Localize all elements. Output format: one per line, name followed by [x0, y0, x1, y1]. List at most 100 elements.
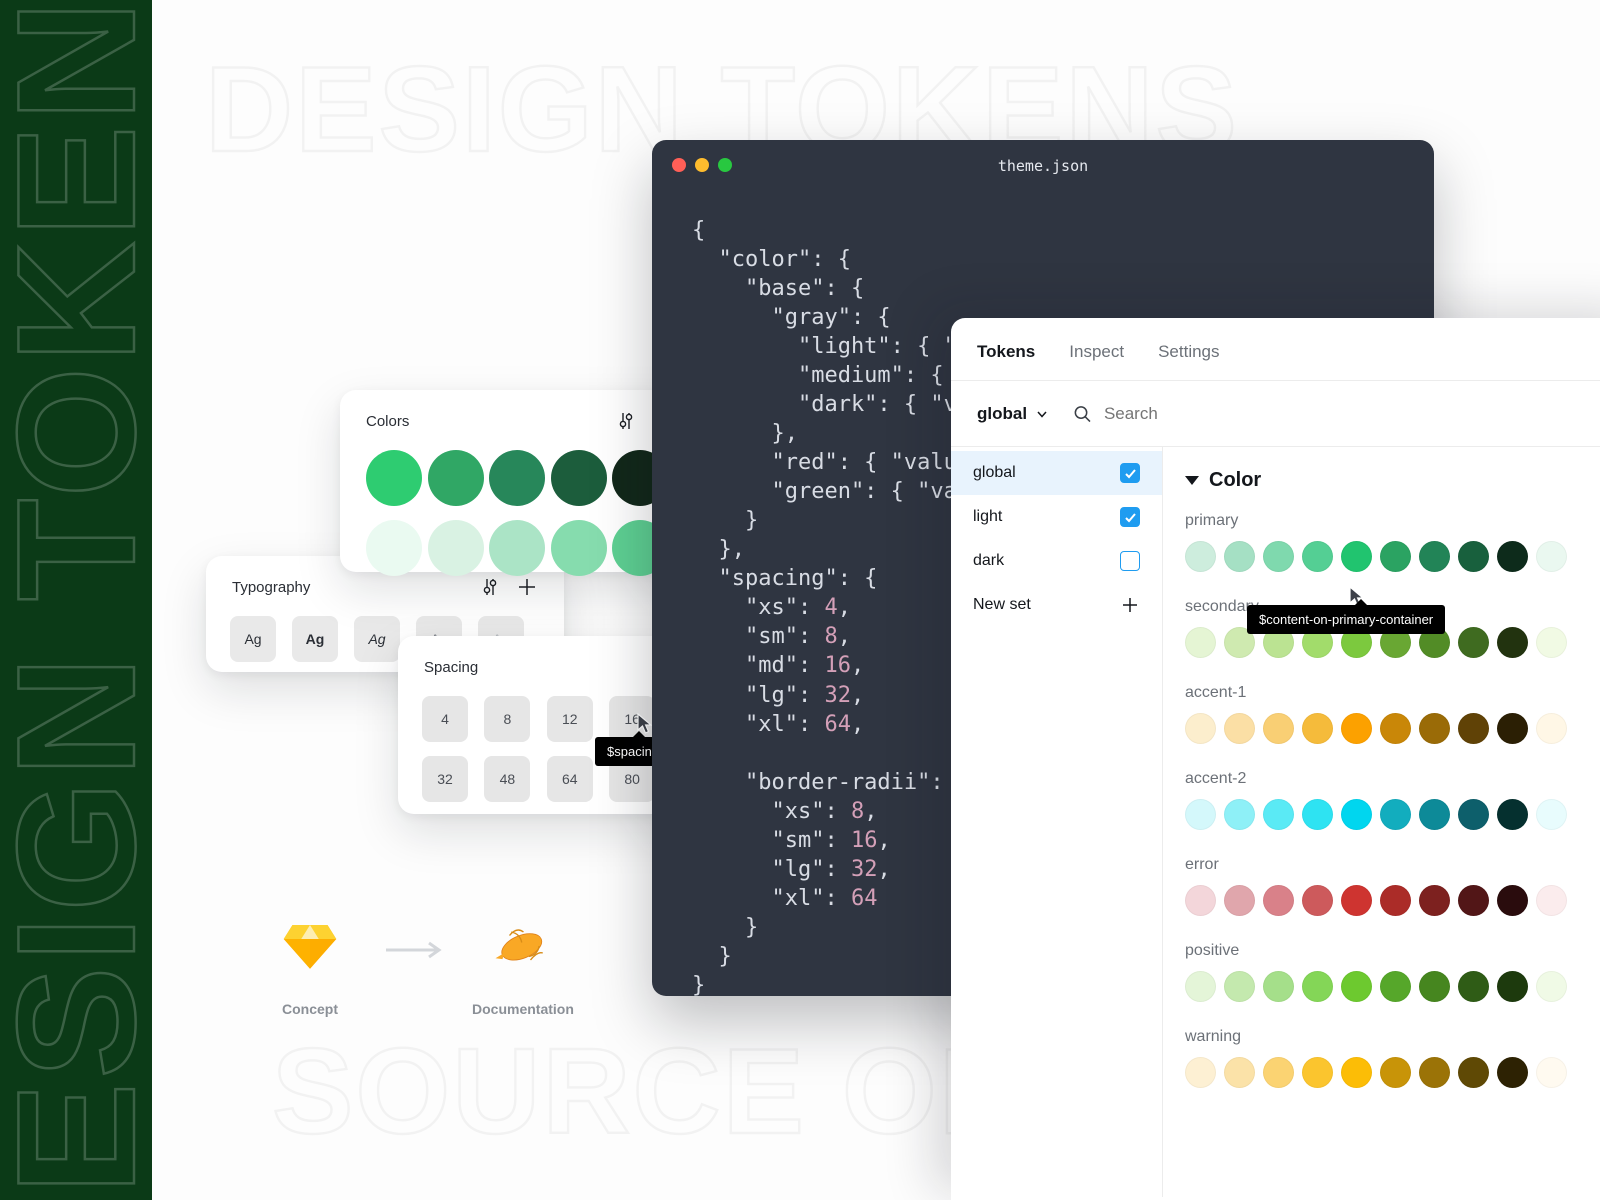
token-color-chip[interactable] — [1536, 971, 1567, 1002]
token-color-chip[interactable] — [1185, 627, 1216, 658]
token-color-chip[interactable] — [1263, 971, 1294, 1002]
token-color-chip[interactable] — [1497, 1057, 1528, 1088]
token-color-chip[interactable] — [1341, 1057, 1372, 1088]
color-swatch[interactable] — [489, 520, 546, 576]
token-color-chip[interactable] — [1224, 799, 1255, 830]
token-color-chip[interactable] — [1458, 1057, 1489, 1088]
token-color-chip[interactable] — [1380, 971, 1411, 1002]
token-color-chip[interactable] — [1458, 713, 1489, 744]
token-color-chip[interactable] — [1341, 971, 1372, 1002]
token-color-chip[interactable] — [1536, 799, 1567, 830]
token-color-chip[interactable] — [1497, 713, 1528, 744]
token-set-dark[interactable]: dark — [951, 539, 1162, 583]
token-color-chip[interactable] — [1536, 541, 1567, 572]
token-color-chip[interactable] — [1497, 971, 1528, 1002]
token-color-chip[interactable] — [1224, 885, 1255, 916]
token-color-chip[interactable] — [1341, 799, 1372, 830]
token-color-chip[interactable] — [1341, 541, 1372, 572]
token-color-chip[interactable] — [1536, 885, 1567, 916]
token-color-chip[interactable] — [1380, 799, 1411, 830]
color-swatch[interactable] — [427, 520, 484, 576]
tab-tokens[interactable]: Tokens — [977, 342, 1035, 380]
token-color-chip[interactable] — [1536, 1057, 1567, 1088]
flow-item-concept[interactable]: Concept — [262, 918, 358, 1017]
token-set-selector[interactable]: global — [977, 404, 1049, 424]
token-color-chip[interactable] — [1263, 713, 1294, 744]
token-color-chip[interactable] — [1380, 713, 1411, 744]
token-color-chip[interactable] — [1458, 799, 1489, 830]
checkbox-global[interactable] — [1120, 463, 1140, 483]
token-color-chip[interactable] — [1185, 1057, 1216, 1088]
color-group-header[interactable]: Color — [1185, 469, 1600, 492]
caret-down-icon[interactable] — [1185, 476, 1199, 485]
token-color-chip[interactable] — [1536, 627, 1567, 658]
token-color-chip[interactable] — [1185, 541, 1216, 572]
sliders-icon[interactable] — [616, 411, 636, 431]
spacing-chip[interactable]: 48 — [484, 756, 531, 802]
token-color-chip[interactable] — [1497, 885, 1528, 916]
token-color-chip[interactable] — [1419, 885, 1450, 916]
token-color-chip[interactable] — [1263, 799, 1294, 830]
token-color-chip[interactable] — [1497, 799, 1528, 830]
color-swatch[interactable] — [366, 450, 422, 506]
typography-chip[interactable]: Ag — [354, 616, 400, 662]
token-color-chip[interactable] — [1419, 713, 1450, 744]
token-color-chip[interactable] — [1224, 1057, 1255, 1088]
tab-inspect[interactable]: Inspect — [1069, 342, 1124, 380]
token-color-chip[interactable] — [1185, 799, 1216, 830]
token-color-chip[interactable] — [1536, 713, 1567, 744]
plus-icon[interactable] — [1120, 595, 1140, 615]
token-color-chip[interactable] — [1302, 713, 1333, 744]
token-color-chip[interactable] — [1497, 627, 1528, 658]
token-color-chip[interactable] — [1263, 541, 1294, 572]
token-color-chip[interactable] — [1419, 799, 1450, 830]
token-color-chip[interactable] — [1341, 885, 1372, 916]
spacing-chip[interactable]: 32 — [422, 756, 468, 802]
checkbox-dark[interactable] — [1120, 551, 1140, 571]
new-set-button[interactable]: New set — [951, 583, 1162, 627]
token-color-chip[interactable] — [1263, 885, 1294, 916]
token-color-chip[interactable] — [1224, 713, 1255, 744]
checkbox-light[interactable] — [1120, 507, 1140, 527]
spacing-chip[interactable]: 12 — [546, 696, 593, 742]
color-swatch[interactable] — [489, 450, 546, 506]
token-color-chip[interactable] — [1302, 885, 1333, 916]
token-color-chip[interactable] — [1263, 1057, 1294, 1088]
token-color-chip[interactable] — [1302, 1057, 1333, 1088]
token-color-chip[interactable] — [1224, 971, 1255, 1002]
token-color-chip[interactable] — [1419, 971, 1450, 1002]
sliders-icon[interactable] — [480, 577, 500, 597]
color-swatch[interactable] — [427, 450, 484, 506]
spacing-chip[interactable]: 64 — [546, 756, 593, 802]
tab-settings[interactable]: Settings — [1158, 342, 1219, 380]
flow-item-documentation[interactable]: Documentation — [472, 918, 574, 1017]
color-swatch[interactable] — [550, 520, 607, 576]
token-color-chip[interactable] — [1458, 541, 1489, 572]
token-color-chip[interactable] — [1419, 541, 1450, 572]
token-set-global[interactable]: global — [951, 451, 1162, 495]
spacing-chip[interactable]: 4 — [422, 696, 468, 742]
spacing-chip[interactable]: 8 — [484, 696, 531, 742]
plus-icon[interactable] — [516, 576, 538, 598]
token-color-chip[interactable] — [1185, 713, 1216, 744]
token-color-chip[interactable] — [1380, 541, 1411, 572]
token-color-chip[interactable] — [1185, 971, 1216, 1002]
token-color-chip[interactable] — [1458, 971, 1489, 1002]
typography-chip[interactable]: Ag — [292, 616, 338, 662]
color-swatch[interactable] — [366, 520, 422, 576]
token-color-chip[interactable] — [1380, 885, 1411, 916]
token-color-chip[interactable] — [1458, 885, 1489, 916]
color-swatch[interactable] — [550, 450, 607, 506]
token-color-chip[interactable] — [1302, 541, 1333, 572]
search-input[interactable] — [1103, 403, 1600, 424]
token-color-chip[interactable] — [1302, 971, 1333, 1002]
token-color-chip[interactable] — [1224, 541, 1255, 572]
token-color-chip[interactable] — [1458, 627, 1489, 658]
token-color-chip[interactable] — [1302, 799, 1333, 830]
token-color-chip[interactable] — [1497, 541, 1528, 572]
token-color-chip[interactable] — [1185, 885, 1216, 916]
token-color-chip[interactable] — [1419, 1057, 1450, 1088]
token-color-chip[interactable] — [1380, 1057, 1411, 1088]
typography-chip[interactable]: Ag — [230, 616, 276, 662]
token-set-light[interactable]: light — [951, 495, 1162, 539]
